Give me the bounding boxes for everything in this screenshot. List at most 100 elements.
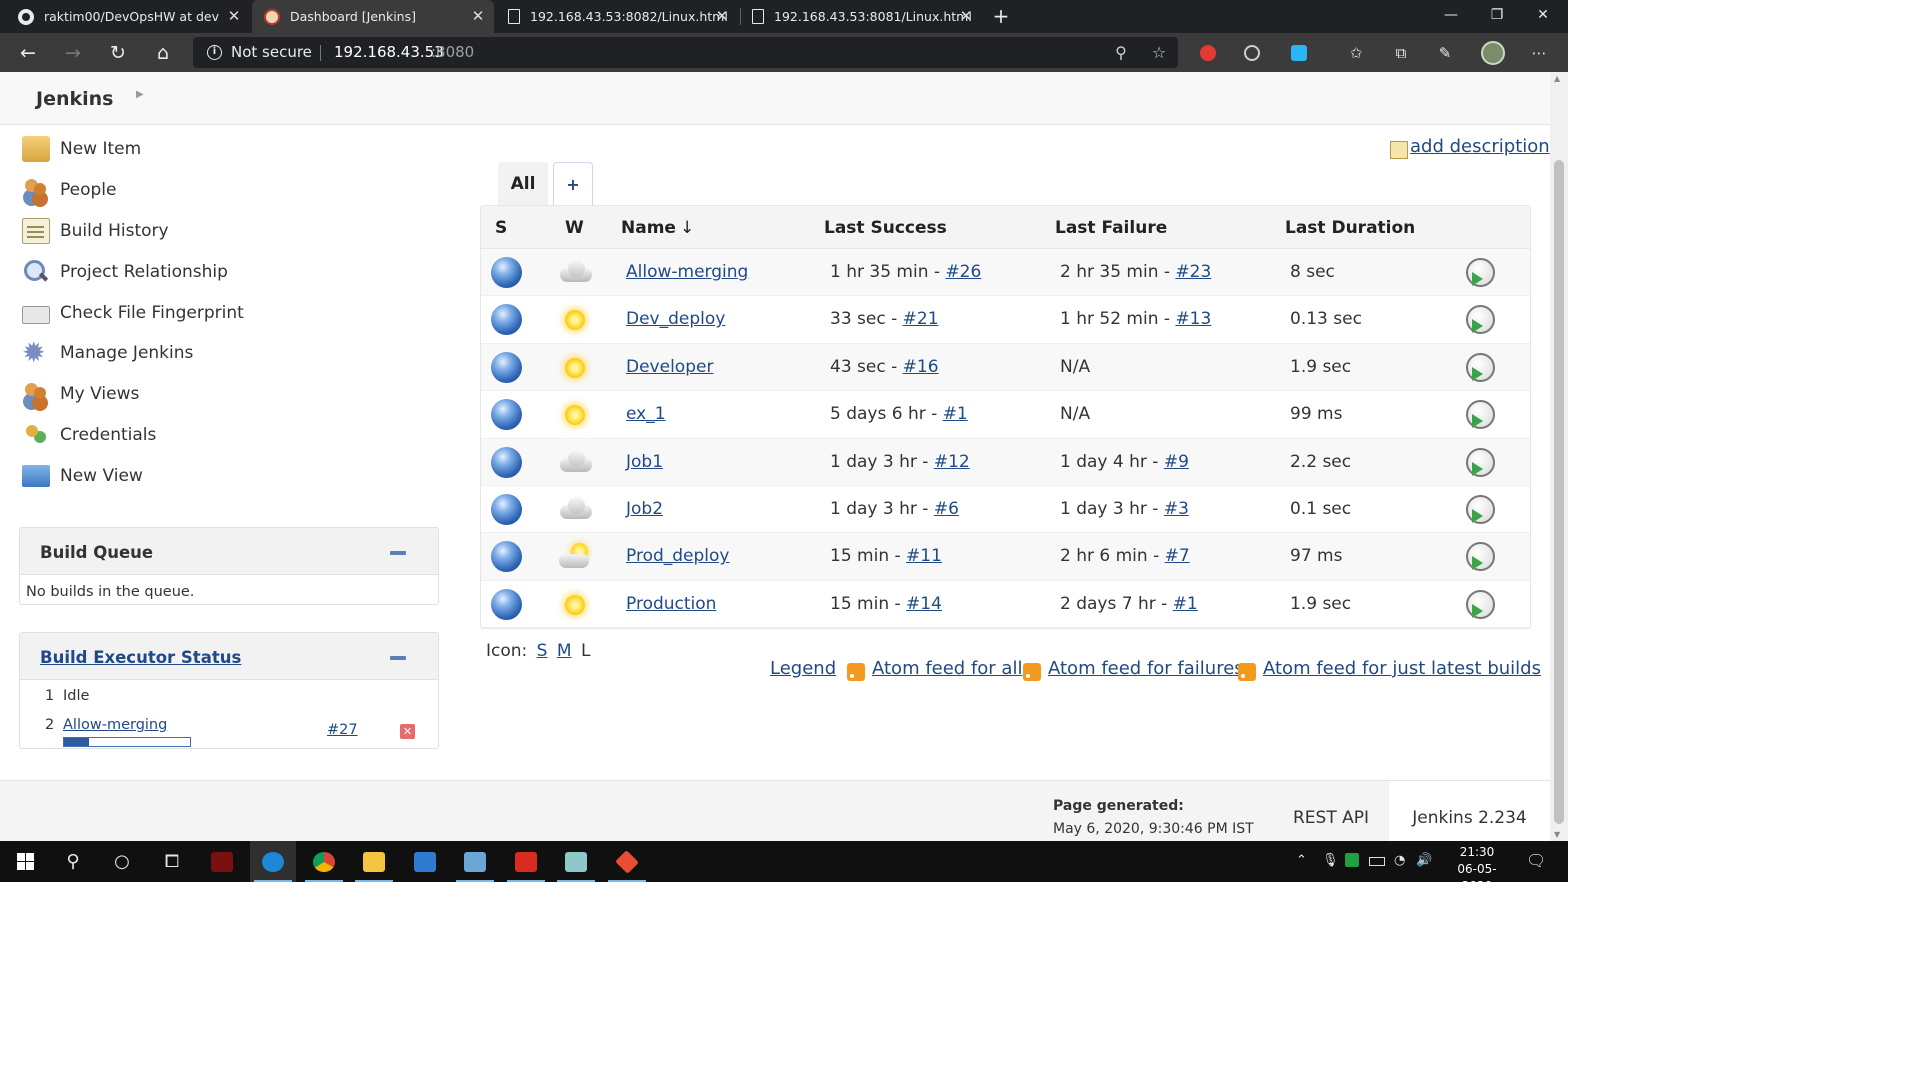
executor-build-link[interactable]: #27 — [327, 722, 358, 738]
feed-latest[interactable]: Atom feed for just latest builds — [1238, 658, 1541, 681]
stop-build-icon[interactable]: ✕ — [400, 724, 415, 739]
feed-all[interactable]: Atom feed for all — [847, 658, 1022, 681]
sort-arrow-icon[interactable]: ↓ — [680, 218, 694, 238]
header-weather[interactable]: W — [565, 218, 584, 238]
last-success-build-link[interactable]: #21 — [903, 309, 939, 329]
maximize-button[interactable]: ❐ — [1474, 0, 1520, 33]
taskbar-app-red[interactable] — [199, 841, 245, 882]
last-failure-build-link[interactable]: #13 — [1175, 309, 1211, 329]
header-last-failure[interactable]: Last Failure — [1055, 218, 1167, 238]
favorite-star-icon[interactable]: ☆ — [1148, 42, 1170, 64]
weather-sunny-icon[interactable] — [557, 351, 595, 385]
taskbar-clock[interactable]: 21:30 06-05-2020 — [1448, 844, 1506, 895]
close-tab-icon[interactable]: ✕ — [226, 8, 242, 24]
scrollbar-thumb[interactable] — [1554, 160, 1564, 824]
close-tab-icon[interactable]: ✕ — [470, 8, 486, 24]
job-name-link[interactable]: Allow-merging — [626, 262, 748, 282]
rest-api-link[interactable]: REST API — [1293, 808, 1369, 828]
reload-button[interactable]: ↻ — [104, 39, 132, 67]
side-task-project-relationship[interactable]: Project Relationship — [22, 257, 228, 287]
taskbar-app-git[interactable] — [604, 841, 650, 882]
side-task-check-fingerprint[interactable]: Check File Fingerprint — [22, 298, 244, 328]
side-task-new-view[interactable]: New View — [22, 461, 143, 491]
back-button[interactable]: ← — [14, 39, 42, 67]
feed-latest-link[interactable]: Atom feed for just latest builds — [1263, 658, 1541, 679]
status-ball-icon[interactable] — [491, 399, 522, 431]
taskbar-explorer[interactable] — [351, 841, 397, 882]
last-failure-build-link[interactable]: #1 — [1173, 594, 1198, 614]
tray-chevron-icon[interactable]: ⌃ — [1296, 853, 1307, 868]
header-last-duration[interactable]: Last Duration — [1285, 218, 1415, 238]
weather-sunny-icon[interactable] — [557, 398, 595, 432]
jenkins-logo[interactable]: Jenkins — [36, 88, 113, 110]
breadcrumb-arrow-icon[interactable]: ▶ — [136, 89, 144, 100]
taskbar-virtualbox[interactable] — [452, 841, 498, 882]
page-scrollbar[interactable]: ▲ ▼ — [1550, 72, 1568, 841]
last-success-build-link[interactable]: #12 — [934, 452, 970, 472]
schedule-build-icon[interactable] — [1466, 258, 1495, 287]
browser-tab-github[interactable]: raktim00/DevOpsHW at dev ✕ — [6, 0, 250, 33]
status-ball-icon[interactable] — [491, 446, 522, 478]
more-menu-icon[interactable]: ⋯ — [1528, 42, 1550, 64]
last-success-build-link[interactable]: #6 — [934, 499, 959, 519]
icon-size-small[interactable]: S — [537, 641, 548, 661]
job-name-link[interactable]: Job2 — [626, 499, 663, 519]
jenkins-version[interactable]: Jenkins 2.234 — [1389, 781, 1550, 842]
home-button[interactable]: ⌂ — [149, 39, 177, 67]
side-task-build-history[interactable]: Build History — [22, 216, 169, 246]
status-ball-icon[interactable] — [491, 541, 522, 573]
last-success-build-link[interactable]: #16 — [903, 357, 939, 377]
collapse-icon[interactable] — [390, 656, 406, 660]
side-task-credentials[interactable]: Credentials — [22, 420, 156, 450]
schedule-build-icon[interactable] — [1466, 447, 1495, 477]
taskbar-app-teal[interactable] — [553, 841, 599, 882]
last-failure-build-link[interactable]: #7 — [1165, 546, 1190, 566]
legend-link[interactable]: Legend — [770, 658, 836, 679]
icon-size-medium[interactable]: M — [557, 641, 572, 661]
info-icon[interactable]: i — [207, 45, 222, 60]
last-failure-build-link[interactable]: #23 — [1175, 262, 1211, 282]
job-name-link[interactable]: Prod_deploy — [626, 546, 730, 566]
schedule-build-icon[interactable] — [1466, 352, 1495, 382]
side-task-manage-jenkins[interactable]: Manage Jenkins — [22, 336, 193, 369]
schedule-build-icon[interactable] — [1466, 400, 1495, 430]
tray-app-icon[interactable] — [1345, 853, 1359, 867]
add-description-link[interactable]: add description — [1410, 136, 1550, 157]
schedule-build-icon[interactable] — [1466, 305, 1495, 335]
status-ball-icon[interactable] — [491, 493, 522, 525]
feed-failures-link[interactable]: Atom feed for failures — [1048, 658, 1244, 679]
side-task-my-views[interactable]: My Views — [22, 379, 139, 409]
last-success-build-link[interactable]: #1 — [943, 404, 968, 424]
add-description[interactable]: add description — [1390, 136, 1550, 159]
feed-all-link[interactable]: Atom feed for all — [872, 658, 1022, 679]
scroll-down-icon[interactable]: ▼ — [1554, 830, 1560, 839]
executor-job-link[interactable]: Allow-merging — [63, 717, 167, 733]
job-name-link[interactable]: Production — [626, 594, 716, 614]
extension-globe-icon[interactable] — [1244, 45, 1260, 61]
extension-red-icon[interactable] — [1200, 45, 1216, 61]
job-name-link[interactable]: ex_1 — [626, 404, 666, 424]
address-bar[interactable]: i Not secure 192.168.43.53 :8080 ⚲ ☆ — [193, 37, 1178, 68]
schedule-build-icon[interactable] — [1466, 542, 1495, 572]
side-task-people[interactable]: People — [22, 175, 116, 205]
last-failure-build-link[interactable]: #3 — [1164, 499, 1189, 519]
weather-cloudy-icon[interactable] — [557, 446, 595, 480]
weather-sunny-icon[interactable] — [557, 303, 595, 337]
browser-tab-jenkins[interactable]: Dashboard [Jenkins] ✕ — [252, 0, 494, 33]
start-button[interactable] — [2, 841, 48, 882]
header-last-success[interactable]: Last Success — [824, 218, 947, 238]
profile-avatar[interactable] — [1481, 41, 1505, 65]
last-success-build-link[interactable]: #11 — [906, 546, 942, 566]
taskbar-app-red2[interactable] — [503, 841, 549, 882]
taskbar-edge[interactable] — [250, 841, 296, 882]
microphone-icon[interactable]: 🎙 — [1322, 853, 1339, 868]
forward-button[interactable]: → — [59, 39, 87, 67]
scroll-up-icon[interactable]: ▲ — [1554, 74, 1560, 83]
new-tab-button[interactable]: + — [990, 5, 1012, 27]
executor-progress-bar[interactable] — [63, 737, 191, 747]
weather-cloudy-icon[interactable] — [557, 493, 595, 527]
volume-icon[interactable]: 🔊 — [1416, 853, 1432, 868]
job-name-link[interactable]: Developer — [626, 357, 713, 377]
browser-tab-linux-8081[interactable]: 192.168.43.53:8081/Linux.html ✕ — [740, 0, 982, 33]
notifications-icon[interactable]: 🗨 — [1526, 851, 1546, 870]
